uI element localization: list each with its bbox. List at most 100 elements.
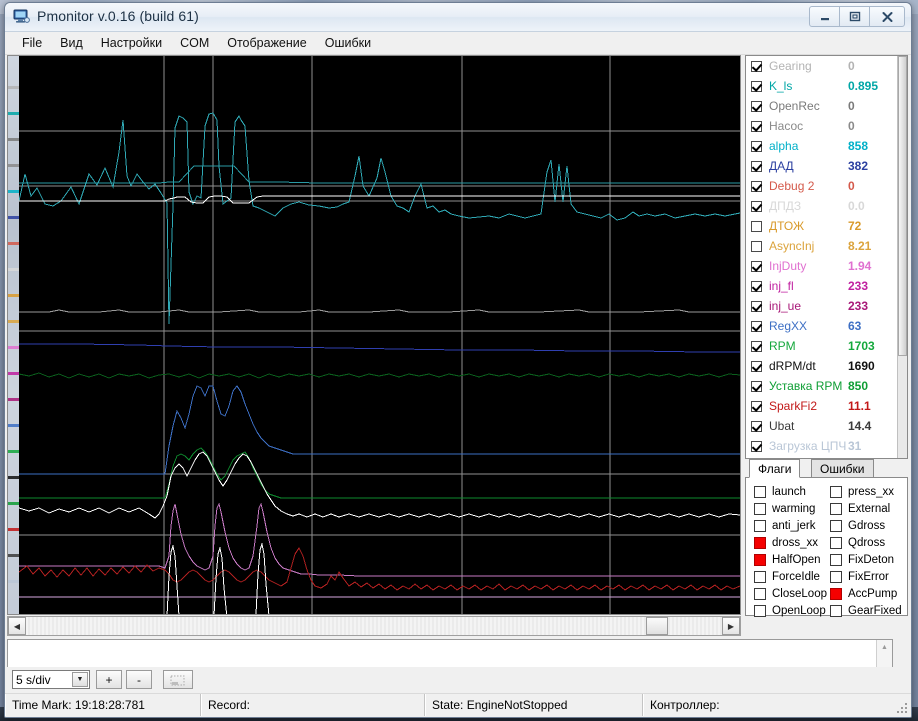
flag-row[interactable]: CloseLoop	[754, 585, 827, 602]
scrollbar-thumb[interactable]	[646, 617, 668, 635]
title-bar[interactable]: Pmonitor v.0.16 (build 61)	[5, 3, 911, 32]
legend-checkbox[interactable]	[751, 280, 762, 292]
legend-scrollbar[interactable]	[897, 56, 907, 458]
legend-row[interactable]: alpha 858	[746, 136, 907, 156]
more-options-button[interactable]	[163, 670, 193, 689]
legend-checkbox[interactable]	[751, 360, 762, 372]
flag-row[interactable]: AccPump	[830, 585, 902, 602]
legend-checkbox[interactable]	[751, 160, 762, 172]
legend-row[interactable]: OpenRec 0	[746, 96, 907, 116]
flag-row[interactable]: HalfOpen	[754, 551, 827, 568]
flag-row[interactable]: FixDeton	[830, 551, 902, 568]
flag-row[interactable]: GearFixed	[830, 602, 902, 619]
legend-checkbox[interactable]	[751, 200, 762, 212]
flag-row[interactable]: warming	[754, 500, 827, 517]
flag-checkbox[interactable]	[830, 536, 842, 549]
flag-checkbox[interactable]	[754, 587, 766, 600]
legend-checkbox[interactable]	[751, 220, 762, 232]
legend-checkbox[interactable]	[751, 260, 762, 272]
menu-file[interactable]: File	[13, 34, 51, 52]
flag-checkbox[interactable]	[830, 553, 842, 566]
legend-row[interactable]: RegXX 63	[746, 316, 907, 336]
flag-checkbox[interactable]	[754, 485, 766, 498]
legend-row[interactable]: ДПДЗ 0.0	[746, 196, 907, 216]
flag-checkbox[interactable]	[830, 587, 842, 600]
legend-checkbox[interactable]	[751, 300, 762, 312]
flag-checkbox[interactable]	[754, 536, 766, 549]
flag-row[interactable]: ForceIdle	[754, 568, 827, 585]
legend-checkbox[interactable]	[751, 400, 762, 412]
legend-row[interactable]: AsyncInj 8.21	[746, 236, 907, 256]
flag-row[interactable]: anti_jerk	[754, 517, 827, 534]
legend-row[interactable]: SparkFi2 11.1	[746, 396, 907, 416]
legend-checkbox[interactable]	[751, 380, 762, 392]
menu-view[interactable]: Вид	[51, 34, 92, 52]
menu-errors[interactable]: Ошибки	[316, 34, 380, 52]
flag-row[interactable]: Qdross	[830, 534, 902, 551]
legend-row[interactable]: K_ls 0.895	[746, 76, 907, 96]
flag-checkbox[interactable]	[754, 570, 766, 583]
legend-row[interactable]: inj_fl 233	[746, 276, 907, 296]
flag-row[interactable]: FixError	[830, 568, 902, 585]
legend-checkbox[interactable]	[751, 100, 762, 112]
legend-row[interactable]: Уставка RPM 850	[746, 376, 907, 396]
flag-checkbox[interactable]	[830, 485, 842, 498]
maximize-button[interactable]	[839, 6, 871, 27]
flag-row[interactable]: Gdross	[830, 517, 902, 534]
flag-row[interactable]: OpenLoop	[754, 602, 827, 619]
legend-row[interactable]: Насос 0	[746, 116, 907, 136]
scrollbar-track[interactable]	[26, 617, 722, 635]
flag-row[interactable]: press_xx	[830, 483, 902, 500]
close-button[interactable]	[869, 6, 905, 27]
legend-row[interactable]: ДАД 382	[746, 156, 907, 176]
minimize-button[interactable]	[809, 6, 841, 27]
flag-row[interactable]: External	[830, 500, 902, 517]
tab-errors[interactable]: Ошибки	[811, 459, 874, 478]
legend-checkbox[interactable]	[751, 80, 762, 92]
legend-checkbox[interactable]	[751, 420, 762, 432]
menu-com[interactable]: COM	[171, 34, 218, 52]
legend-row[interactable]: Gearing 0	[746, 56, 907, 76]
menu-settings[interactable]: Настройки	[92, 34, 171, 52]
timebase-select[interactable]: 5 s/div ▼	[12, 670, 90, 689]
graph-panel[interactable]	[7, 55, 741, 615]
legend-row[interactable]: ДТОЖ 72	[746, 216, 907, 236]
flag-checkbox[interactable]	[754, 519, 766, 532]
scroll-left-arrow-icon[interactable]: ◀	[8, 617, 26, 635]
scroll-right-arrow-icon[interactable]: ▶	[722, 617, 740, 635]
legend-checkbox[interactable]	[751, 180, 762, 192]
legend-row[interactable]: dRPM/dt 1690	[746, 356, 907, 376]
flag-checkbox[interactable]	[830, 570, 842, 583]
flag-checkbox[interactable]	[830, 604, 842, 617]
legend-row[interactable]: Ubat 14.4	[746, 416, 907, 436]
flag-checkbox[interactable]	[754, 502, 766, 515]
flag-checkbox[interactable]	[754, 604, 766, 617]
legend-checkbox[interactable]	[751, 440, 762, 452]
flag-row[interactable]: dross_xx	[754, 534, 827, 551]
flag-checkbox[interactable]	[754, 553, 766, 566]
legend-row[interactable]: Загрузка ЦПЧ 31	[746, 436, 907, 456]
legend-checkbox[interactable]	[751, 340, 762, 352]
zoom-in-button[interactable]: +	[96, 670, 122, 689]
legend-scrollbar-thumb[interactable]	[898, 56, 907, 356]
flag-row[interactable]: launch	[754, 483, 827, 500]
chevron-down-icon[interactable]: ▼	[72, 672, 88, 687]
legend-checkbox[interactable]	[751, 320, 762, 332]
legend-checkbox[interactable]	[751, 140, 762, 152]
tab-flags[interactable]: Флаги	[749, 459, 801, 478]
zoom-out-button[interactable]: -	[126, 670, 152, 689]
menu-display[interactable]: Отображение	[218, 34, 315, 52]
legend-row[interactable]: RPM 1703	[746, 336, 907, 356]
graph-horizontal-scrollbar[interactable]: ◀ ▶	[7, 616, 741, 636]
log-scroll-up-icon[interactable]: ▲	[877, 640, 892, 654]
chart-plot-area[interactable]	[19, 56, 740, 614]
legend-checkbox[interactable]	[751, 120, 762, 132]
flag-checkbox[interactable]	[830, 502, 842, 515]
channel-legend-panel[interactable]: Gearing 0 K_ls 0.895 OpenRec 0 Насос 0 alpha 858 Д…	[745, 55, 908, 459]
legend-row[interactable]: Debug 2 0	[746, 176, 907, 196]
legend-row[interactable]: inj_ue 233	[746, 296, 907, 316]
legend-row[interactable]: InjDuty 1.94	[746, 256, 907, 276]
flag-checkbox[interactable]	[830, 519, 842, 532]
legend-checkbox[interactable]	[751, 240, 762, 252]
legend-checkbox[interactable]	[751, 60, 762, 72]
